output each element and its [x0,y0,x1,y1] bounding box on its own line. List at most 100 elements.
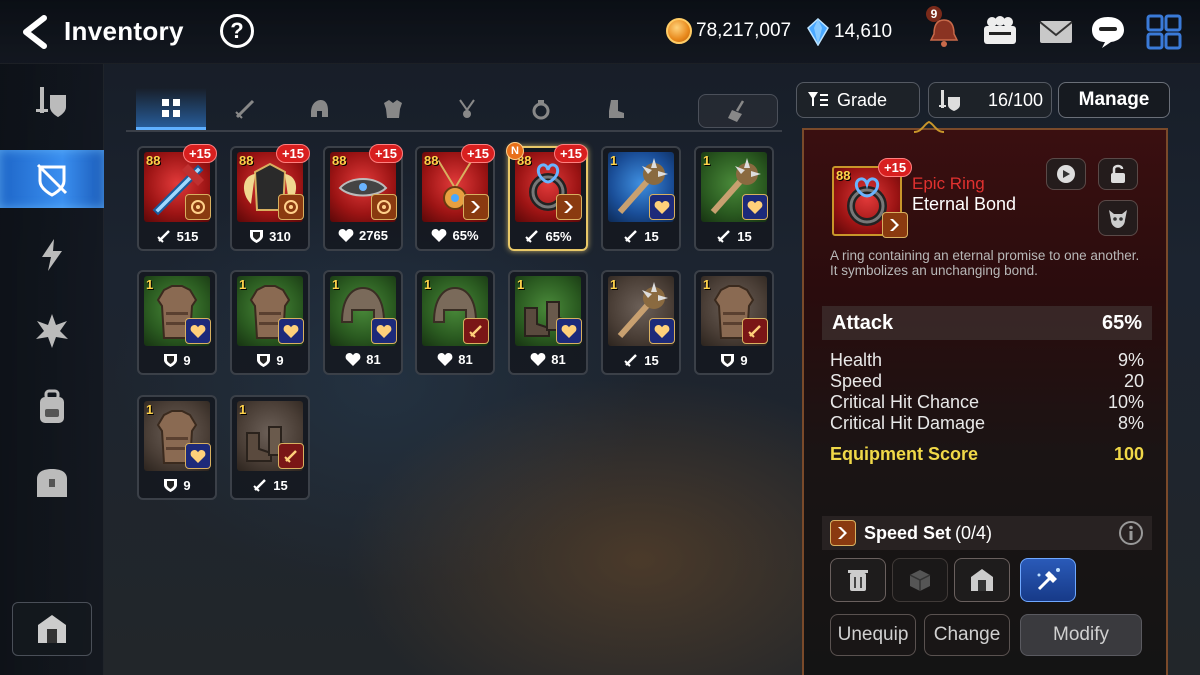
item-level: 1 [146,277,154,292]
inventory-item[interactable]: 19 [137,395,217,500]
sell-button[interactable] [830,558,886,602]
score-label: Equipment Score [830,444,979,464]
item-stat: 515 [139,228,215,244]
item-level: 1 [517,277,525,292]
cube-icon [909,570,931,591]
category-tabs [126,88,782,132]
set-icon [185,318,211,344]
inventory-item[interactable]: 1 15 [601,146,681,251]
item-detail-panel: 88 +15 Epic Ring Eternal Bond A ring con… [802,120,1168,675]
set-icon [185,194,211,220]
defense-icon [249,228,264,244]
inventory-item[interactable]: 88 +15 2765 [323,144,403,251]
inventory-item[interactable]: 1 15 [694,146,774,251]
sidebar-item-storage[interactable] [0,454,104,512]
item-stat-value: 2765 [359,228,388,243]
tab-armor[interactable] [358,88,428,130]
back-arrow-icon[interactable] [18,14,52,50]
modify-button[interactable]: Modify [1020,614,1142,656]
sidebar-item-catalysts[interactable] [0,302,104,360]
tab-boots[interactable] [580,88,650,130]
inventory-item[interactable]: 1 81 [323,270,403,375]
extract-button[interactable] [892,558,948,602]
inventory-item[interactable]: 88 +15 65% [415,144,495,251]
sort-button[interactable] [698,94,778,128]
set-icon [278,318,304,344]
substat-label: Health [830,350,883,370]
sidebar-item-artifacts[interactable] [0,226,104,284]
tab-weapon[interactable] [210,88,280,130]
party-icon[interactable] [980,12,1020,52]
inventory-item[interactable]: 19 [137,270,217,375]
help-icon[interactable]: ? [220,14,254,48]
gold-display[interactable]: 78,217,007 [666,18,791,44]
enhance-badge: +15 [182,144,217,163]
manage-button[interactable]: Manage [1058,82,1170,118]
description-line: A ring containing an eternal promise to … [830,248,1140,263]
gold-coin-icon [666,18,692,44]
item-stat-value: 65% [545,228,572,244]
inventory-item[interactable]: 19 [230,270,310,375]
item-stat-value: 9 [183,477,191,493]
change-button[interactable]: Change [924,614,1010,656]
enhance-badge: +15 [460,144,495,163]
set-icon [649,194,675,220]
chest-icon [37,469,67,497]
unequip-button[interactable]: Unequip [830,614,916,656]
menu-grid-icon[interactable] [1144,12,1184,52]
mail-icon[interactable] [1036,12,1076,52]
defense-icon [163,352,178,368]
crystal-amount: 14,610 [834,21,893,42]
substat-label: Speed [830,371,883,391]
item-level: 1 [239,277,247,292]
inventory-item[interactable]: 1 81 [508,270,588,375]
inventory-item[interactable]: 88 +15 310 [230,144,310,251]
tab-necklace[interactable] [432,88,502,130]
set-icon [742,194,768,220]
item-stat-value: 15 [644,352,659,368]
unlock-icon [1111,164,1125,183]
enhance-button[interactable] [1020,558,1076,602]
main-stat-label: Attack [832,311,894,334]
info-icon[interactable] [1118,520,1144,546]
detail-enhance-badge: +15 [878,158,913,177]
inventory-item[interactable]: 88 +15 515 [137,144,217,251]
inventory-item[interactable]: 1 81 [415,270,495,375]
item-stat: 9 [696,352,772,368]
tab-helmet[interactable] [284,88,354,130]
item-level: 1 [424,277,432,292]
share-button[interactable] [1046,158,1086,190]
item-stat: 15 [696,228,772,244]
tab-ring[interactable] [506,88,576,130]
hero-equip-button[interactable] [12,602,92,656]
set-icon [185,443,211,469]
sidebar-item-equipment[interactable] [0,74,104,132]
item-stat: 81 [417,352,493,367]
sidebar-item-materials[interactable] [0,378,104,436]
crystal-display[interactable]: 14,610 [806,18,892,46]
tab-all[interactable] [136,88,206,130]
defense-icon [720,352,735,368]
detail-item-icon: 88 +15 [832,158,913,242]
set-progress: (0/4) [955,522,993,543]
sidebar-item-inventory[interactable] [0,150,104,208]
page-title: Inventory [64,16,184,46]
chat-icon[interactable] [1088,12,1128,52]
inventory-item[interactable]: 1 15 [230,395,310,500]
inventory-item[interactable]: 88 +15 N 65% [506,142,588,251]
sidebar [0,64,104,675]
inventory-item[interactable]: 19 [694,270,774,375]
substat-value: 20 [1123,371,1144,391]
inventory-capacity[interactable]: 16/100 [928,82,1052,118]
backpack-icon [40,389,64,423]
item-stat-value: 15 [273,477,288,493]
attack-icon [623,352,639,368]
lock-button[interactable] [1098,158,1138,190]
hero-preview-button[interactable] [1098,200,1138,236]
inventory-item[interactable]: 1 15 [601,270,681,375]
lightning-icon [42,239,62,271]
set-info: Speed Set (0/4) [822,516,1152,550]
grade-sort-button[interactable]: Grade [796,82,920,118]
store-button[interactable] [954,558,1010,602]
main-stat: Attack 65% [822,306,1152,340]
